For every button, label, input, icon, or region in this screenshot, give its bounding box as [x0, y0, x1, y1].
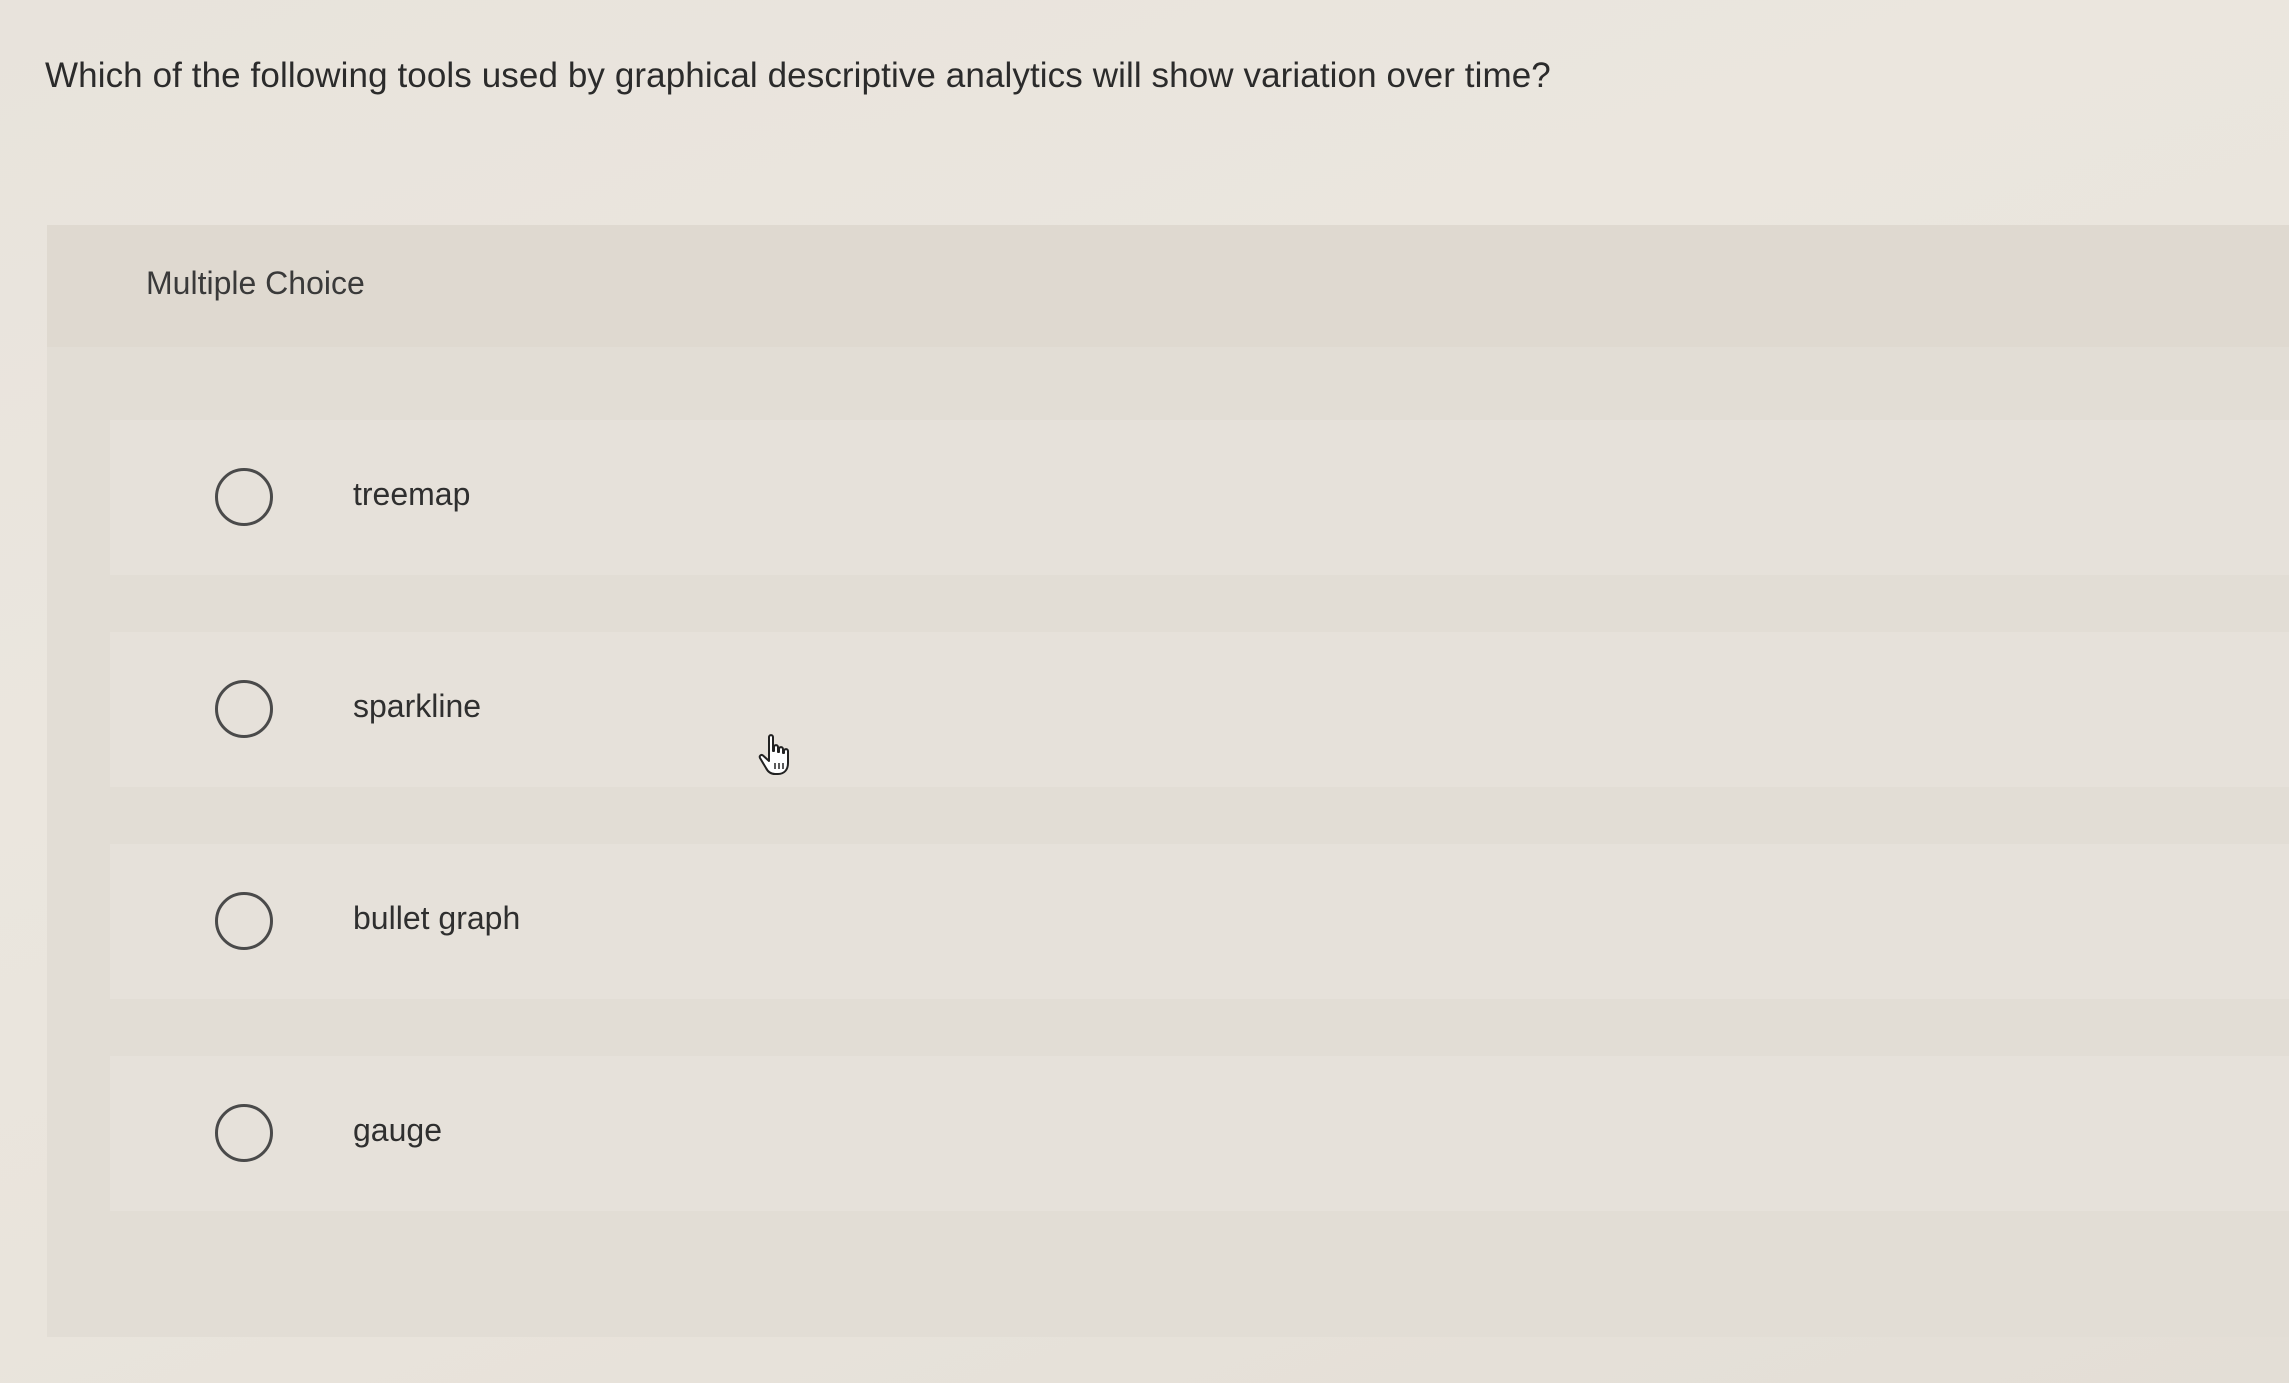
- multiple-choice-panel: Multiple Choice treemap sparkline bullet…: [47, 225, 2289, 1337]
- answer-option-gauge[interactable]: gauge: [110, 1056, 2289, 1211]
- radio-button[interactable]: [215, 680, 273, 738]
- answer-option-treemap[interactable]: treemap: [110, 420, 2289, 575]
- question-text: Which of the following tools used by gra…: [45, 56, 1551, 95]
- radio-button[interactable]: [215, 1104, 273, 1162]
- panel-header: Multiple Choice: [47, 225, 2289, 347]
- answer-option-bullet-graph[interactable]: bullet graph: [110, 844, 2289, 999]
- radio-button[interactable]: [215, 468, 273, 526]
- answer-option-label: bullet graph: [353, 900, 521, 936]
- answer-option-label: sparkline: [353, 688, 482, 724]
- question-type-label: Multiple Choice: [146, 265, 365, 301]
- answer-option-label: gauge: [353, 1112, 442, 1148]
- radio-button[interactable]: [215, 892, 273, 950]
- hand-pointer-icon: [757, 733, 797, 777]
- answer-option-sparkline[interactable]: sparkline: [110, 632, 2289, 787]
- answer-option-label: treemap: [353, 476, 471, 512]
